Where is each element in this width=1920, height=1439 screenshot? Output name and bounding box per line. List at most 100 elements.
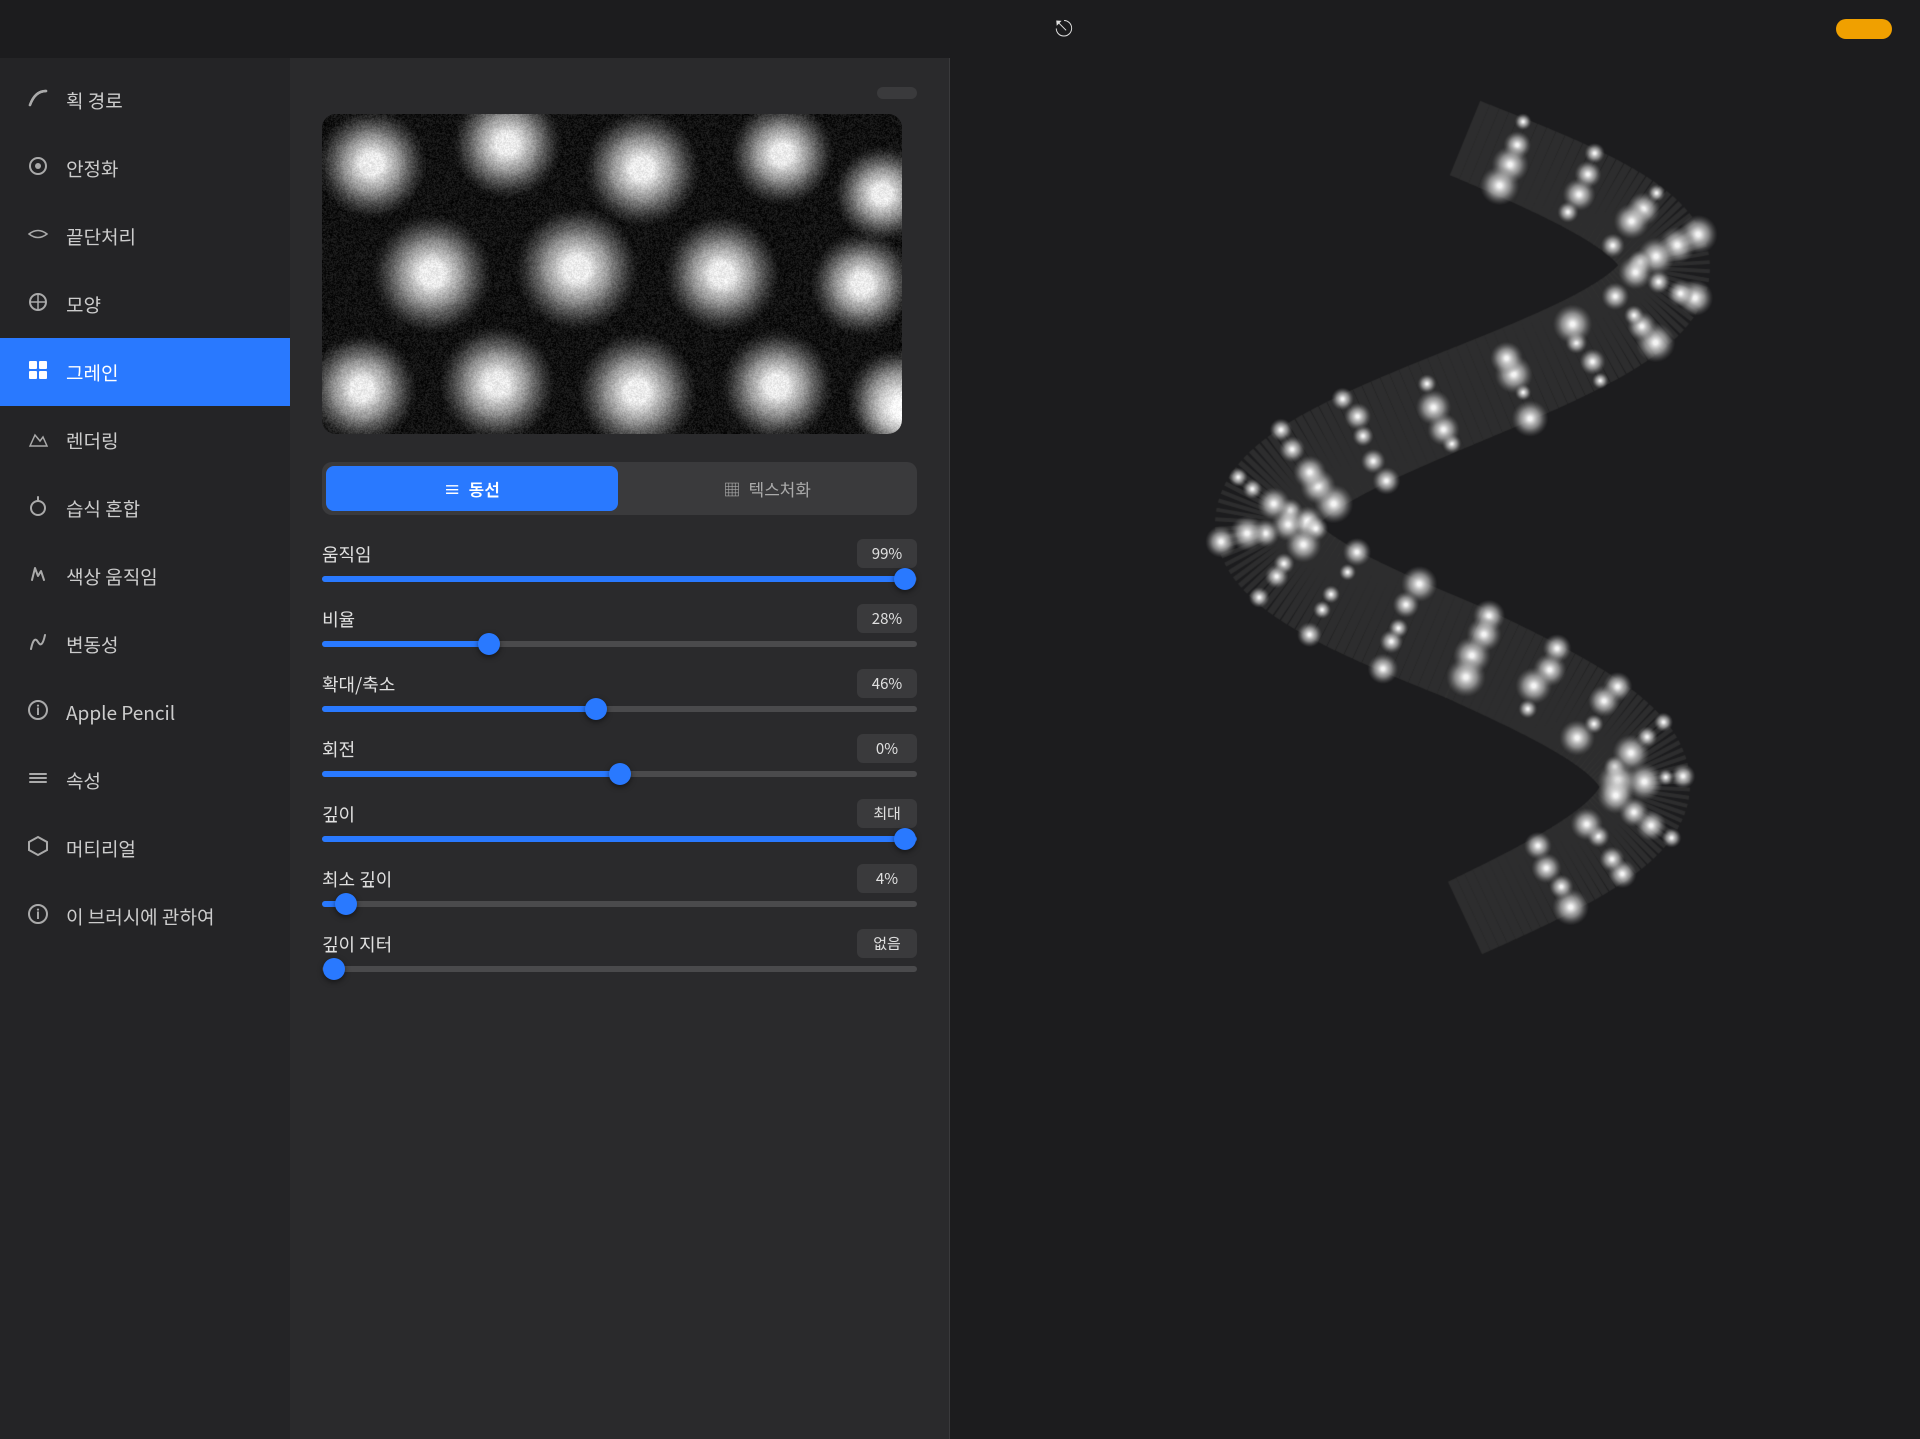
slider-thumb-depth[interactable] xyxy=(894,828,916,850)
slider-header-depth: 깊이 최대 xyxy=(322,799,917,828)
sidebar-label-shape: 모양 xyxy=(66,291,101,318)
tab-label-motion: 동선 xyxy=(469,476,500,501)
grain-canvas xyxy=(322,114,902,434)
sidebar-icon-material xyxy=(24,832,52,864)
slider-value-rotation: 0% xyxy=(857,734,917,763)
slider-track-min-depth[interactable] xyxy=(322,901,917,907)
sidebar-item-apple-pencil[interactable]: i Apple Pencil xyxy=(0,678,290,746)
slider-label-depth: 깊이 xyxy=(322,801,355,827)
svg-text:i: i xyxy=(36,700,40,719)
slider-fill-ratio xyxy=(322,641,489,647)
slider-thumb-depth-jitter[interactable] xyxy=(323,958,345,980)
sidebar-item-wet-mix[interactable]: 습식 혼합 xyxy=(0,474,290,542)
sidebar-item-rendering[interactable]: 렌더링 xyxy=(0,406,290,474)
sidebar-item-grain[interactable]: 그레인 xyxy=(0,338,290,406)
slider-label-min-depth: 최소 깊이 xyxy=(322,866,392,892)
slider-label-ratio: 비율 xyxy=(322,606,355,632)
slider-header-rotation: 회전 0% xyxy=(322,734,917,763)
slider-value-min-depth: 4% xyxy=(857,864,917,893)
preview-area xyxy=(950,58,1920,1439)
svg-text:i: i xyxy=(36,904,40,923)
slider-track-movement[interactable] xyxy=(322,576,917,582)
main-layout: 획 경로 안정화 끝단처리 모양 그레인 렌더링 습식 혼합 색상 움직임 변동… xyxy=(0,58,1920,1439)
slider-row-zoom: 확대/축소 46% xyxy=(322,669,917,712)
slider-fill-movement xyxy=(322,576,911,582)
slider-fill-depth xyxy=(322,836,917,842)
slider-row-depth: 깊이 최대 xyxy=(322,799,917,842)
slider-track-ratio[interactable] xyxy=(322,641,917,647)
grain-preview xyxy=(322,114,902,434)
sidebar-icon-variation xyxy=(24,628,52,660)
sidebar-label-stroke-path: 획 경로 xyxy=(66,87,123,114)
tab-icon-motion: ≡ xyxy=(444,476,461,501)
slider-row-movement: 움직임 99% xyxy=(322,539,917,582)
sidebar-label-taper: 끝단처리 xyxy=(66,223,136,250)
sidebar-item-variation[interactable]: 변동성 xyxy=(0,610,290,678)
sidebar-item-stabilize[interactable]: 안정화 xyxy=(0,134,290,202)
slider-track-depth-jitter[interactable] xyxy=(322,966,917,972)
drawing-pad-button[interactable]: ⎋ xyxy=(1055,16,1080,42)
sidebar-item-stroke-path[interactable]: 획 경로 xyxy=(0,66,290,134)
slider-value-depth: 최대 xyxy=(857,799,917,828)
slider-value-ratio: 28% xyxy=(857,604,917,633)
sidebar-icon-shape xyxy=(24,288,52,320)
slider-header-min-depth: 최소 깊이 4% xyxy=(322,864,917,893)
tab-icon-texturize: ▦ xyxy=(723,476,740,501)
slider-value-zoom: 46% xyxy=(857,669,917,698)
slider-thumb-movement[interactable] xyxy=(894,568,916,590)
slider-row-min-depth: 최소 깊이 4% xyxy=(322,864,917,907)
tab-motion[interactable]: ≡ 동선 xyxy=(326,466,618,511)
sidebar-label-stabilize: 안정화 xyxy=(66,155,118,182)
sidebar-item-taper[interactable]: 끝단처리 xyxy=(0,202,290,270)
slider-row-depth-jitter: 깊이 지터 없음 xyxy=(322,929,917,972)
slider-label-zoom: 확대/축소 xyxy=(322,671,395,697)
slider-value-depth-jitter: 없음 xyxy=(857,929,917,958)
slider-header-depth-jitter: 깊이 지터 없음 xyxy=(322,929,917,958)
slider-row-ratio: 비율 28% xyxy=(322,604,917,647)
slider-thumb-rotation[interactable] xyxy=(609,763,631,785)
done-button[interactable] xyxy=(1836,19,1892,39)
sidebar-icon-apple-pencil: i xyxy=(24,696,52,728)
header-actions xyxy=(1818,19,1892,39)
sidebar-icon-properties xyxy=(24,764,52,796)
slider-header-zoom: 확대/축소 46% xyxy=(322,669,917,698)
panel: ≡ 동선 ▦ 텍스처화 움직임 99% 비율 28% 확대/축소 46% xyxy=(290,58,950,1439)
sidebar-label-grain: 그레인 xyxy=(66,359,118,386)
slider-header-ratio: 비율 28% xyxy=(322,604,917,633)
tab-label-texturize: 텍스처화 xyxy=(748,476,811,501)
grain-source-header xyxy=(322,86,917,100)
slider-thumb-zoom[interactable] xyxy=(585,698,607,720)
slider-track-zoom[interactable] xyxy=(322,706,917,712)
sidebar-label-variation: 변동성 xyxy=(66,631,118,658)
sidebar-icon-stroke-path xyxy=(24,84,52,116)
slider-label-depth-jitter: 깊이 지터 xyxy=(322,931,392,957)
sidebar-label-rendering: 렌더링 xyxy=(66,427,118,454)
tab-texturize[interactable]: ▦ 텍스처화 xyxy=(622,466,914,511)
slider-track-depth[interactable] xyxy=(322,836,917,842)
slider-thumb-ratio[interactable] xyxy=(478,633,500,655)
slider-thumb-min-depth[interactable] xyxy=(335,893,357,915)
header: ⎋ xyxy=(0,0,1920,58)
sidebar-label-apple-pencil: Apple Pencil xyxy=(66,699,175,726)
sidebar-icon-color-dynamics xyxy=(24,560,52,592)
header-center: ⎋ xyxy=(318,16,1818,42)
sidebar-icon-taper xyxy=(24,220,52,252)
sidebar-label-wet-mix: 습식 혼합 xyxy=(66,495,140,522)
sidebar-icon-wet-mix xyxy=(24,492,52,524)
slider-value-movement: 99% xyxy=(857,539,917,568)
sidebar-icon-stabilize xyxy=(24,152,52,184)
sidebar-item-properties[interactable]: 속성 xyxy=(0,746,290,814)
slider-header-movement: 움직임 99% xyxy=(322,539,917,568)
sidebar: 획 경로 안정화 끝단처리 모양 그레인 렌더링 습식 혼합 색상 움직임 변동… xyxy=(0,58,290,1439)
sidebar-label-properties: 속성 xyxy=(66,767,101,794)
drawing-pad-icon: ⎋ xyxy=(1055,16,1072,42)
slider-track-rotation[interactable] xyxy=(322,771,917,777)
sidebar-item-material[interactable]: 머티리얼 xyxy=(0,814,290,882)
edit-button[interactable] xyxy=(877,87,917,99)
sidebar-item-shape[interactable]: 모양 xyxy=(0,270,290,338)
sidebar-item-about[interactable]: i 이 브러시에 관하여 xyxy=(0,882,290,950)
sidebar-item-color-dynamics[interactable]: 색상 움직임 xyxy=(0,542,290,610)
sidebar-icon-grain xyxy=(24,356,52,388)
sidebar-label-about: 이 브러시에 관하여 xyxy=(66,903,214,930)
preview-canvas xyxy=(950,58,1920,1439)
